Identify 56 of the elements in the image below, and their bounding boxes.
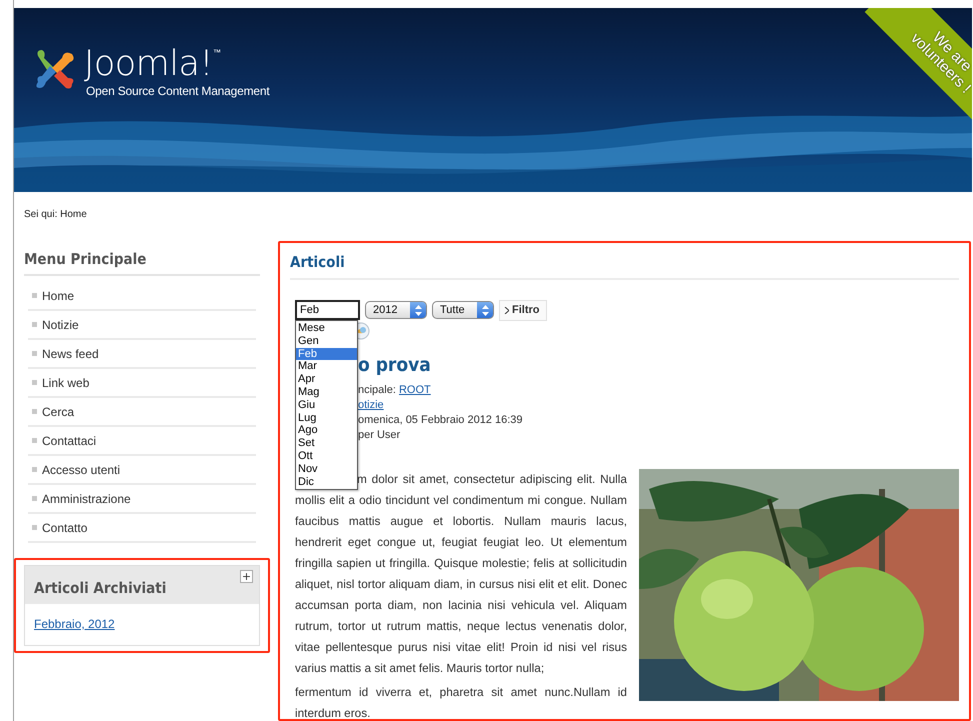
dropdown-option[interactable]: Lug <box>296 412 357 424</box>
logo-text: Joomla! <box>84 44 213 84</box>
bullet-icon <box>32 496 37 501</box>
dropdown-option[interactable]: Dic <box>296 476 357 488</box>
bullet-icon <box>32 293 37 298</box>
menu-link[interactable]: Accesso utenti <box>42 462 120 476</box>
menu-link[interactable]: Home <box>42 288 74 302</box>
dropdown-option[interactable]: Mese <box>296 322 357 335</box>
menu-link[interactable]: News feed <box>42 346 99 360</box>
dropdown-option[interactable]: Mag <box>296 386 357 399</box>
article-paragraph: mollis elit a odio tincidunt vel condimentum mi congue. Nullam faucibus mattis augue et lobortis. Nullam mauris lacus, hendrerit eget congue ut, feugiat feugiat leo. Ut elementum fringilla sapien ut fringilla. Quisque molestie; felis at sollicitudin aliquet, nisl tortor aliquam diam, in cursus nisi elit et elit. Donec accumsan porta diam, non lacinia nisi vehicula vel. Aliquam rutrum, tortor ut rutrum mattis, neque lectus venenatis dolor, vitae pellentesque purus nisi vitae elit! Proin id nisi vel risus varius mattis a sit amet felis. Mauris tortor nulla; <box>295 492 628 677</box>
updown-arrow-icon <box>414 304 422 316</box>
meta-text: omenica, 05 Febbraio 2012 16:39 <box>358 414 523 426</box>
tagline: Open Source Content Management <box>86 84 270 98</box>
section-heading: Articoli <box>290 243 959 280</box>
type-select[interactable]: Tutte <box>432 301 494 319</box>
bullet-icon <box>32 351 37 356</box>
bullet-icon <box>32 322 37 327</box>
menu-link[interactable]: Amministrazione <box>42 492 131 506</box>
bullet-icon <box>32 525 37 530</box>
chevron-icon <box>504 306 509 314</box>
dropdown-option[interactable]: Apr <box>296 373 357 386</box>
bullet-icon <box>32 438 37 443</box>
menu-link[interactable]: Link web <box>42 376 90 390</box>
menu-link[interactable]: Notizie <box>42 318 79 332</box>
article-title: o prova <box>358 354 432 376</box>
dropdown-option[interactable]: Mar <box>296 360 357 374</box>
dropdown-option[interactable]: Feb <box>296 348 357 360</box>
dropdown-option[interactable]: Gen <box>296 334 357 348</box>
dropdown-option[interactable]: Giu <box>296 398 357 412</box>
breadcrumb: Sei qui: Home <box>23 208 88 222</box>
meta-text: per User <box>358 429 400 441</box>
filter-button[interactable]: Filtro <box>499 300 546 320</box>
menu-link[interactable]: Contatto <box>42 520 88 534</box>
article-text-line: m dolor sit amet, consectetur adipiscing elit. Nulla <box>357 471 628 488</box>
category-link[interactable]: ROOT <box>398 384 431 396</box>
dropdown-option[interactable]: Set <box>296 437 357 450</box>
archive-link[interactable]: Febbraio, 2012 <box>34 617 115 631</box>
trademark-sign: ™ <box>212 48 221 58</box>
month-select[interactable]: Feb <box>295 300 360 320</box>
expand-button[interactable]: + <box>240 570 253 583</box>
meta-text: ncipale: <box>358 384 397 396</box>
menu-link[interactable]: Contattaci <box>42 434 96 448</box>
archive-heading: Articoli Archiviati <box>34 579 166 597</box>
bullet-icon <box>32 467 37 472</box>
article-paragraph: fermentum id viverra et, pharetra sit amet nunc.Nullam id interdum eros. <box>295 684 628 721</box>
dropdown-option[interactable]: Nov <box>296 462 357 476</box>
dropdown-option[interactable]: Ago <box>296 424 357 438</box>
updown-arrow-icon <box>482 304 488 316</box>
bullet-icon <box>32 380 37 385</box>
menu-heading: Menu Principale <box>24 241 260 276</box>
bullet-icon <box>32 409 37 414</box>
dropdown-option[interactable]: Ott <box>296 450 357 463</box>
category-link[interactable]: otizie <box>358 399 384 411</box>
year-select[interactable]: 2012 <box>365 301 427 319</box>
menu-link[interactable]: Cerca <box>42 404 74 418</box>
